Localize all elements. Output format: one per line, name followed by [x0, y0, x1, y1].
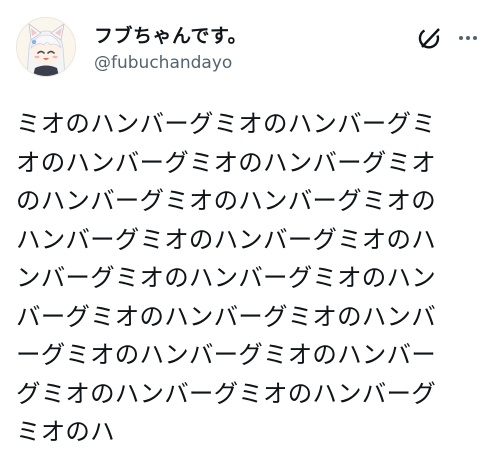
fox-girl-avatar-icon — [17, 18, 75, 76]
more-horizontal-icon[interactable] — [455, 25, 481, 51]
tweet-text: ミオのハンバーグミオのハンバーグミ オのハンバーグミオのハンバーグミオ のハンバ… — [16, 109, 436, 446]
display-name[interactable]: フブちゃんです。 — [94, 24, 247, 48]
header-actions — [417, 24, 481, 52]
user-handle[interactable]: @fubuchandayo — [94, 52, 247, 74]
author-names: フブちゃんです。 @fubuchandayo — [94, 24, 247, 74]
tweet-header: フブちゃんです。 @fubuchandayo — [16, 16, 481, 86]
grok-icon[interactable] — [417, 25, 443, 51]
avatar[interactable] — [16, 17, 76, 77]
